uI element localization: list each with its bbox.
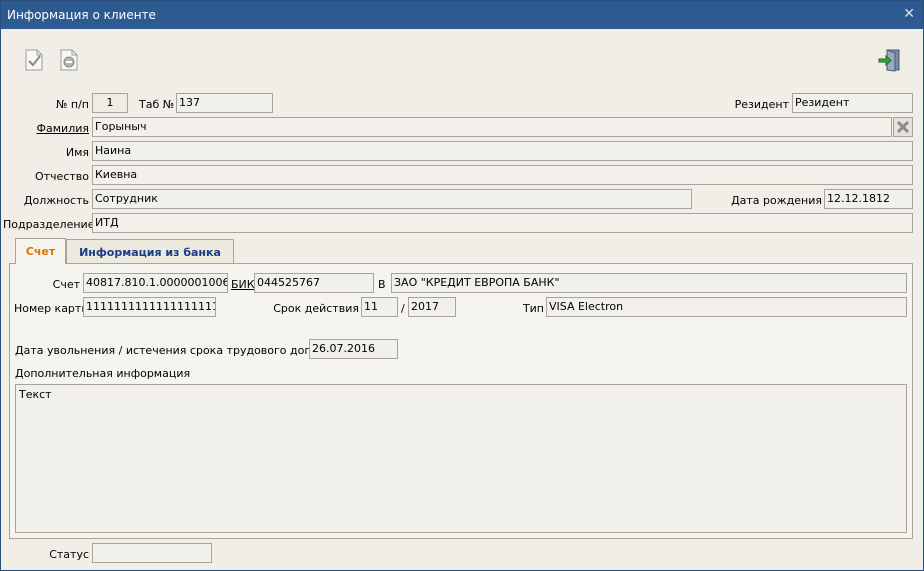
bik-field[interactable]: 044525767 [254, 273, 374, 293]
name-label: Имя [65, 146, 89, 159]
tab-number-field[interactable]: 137 [176, 93, 273, 113]
position-label: Должность [23, 194, 89, 207]
bik-link[interactable]: БИК [231, 278, 255, 291]
close-button[interactable]: ✕ [903, 6, 915, 22]
card-number-field[interactable]: 1111111111111111111 [83, 297, 216, 317]
tab-number-label: Таб № [139, 98, 175, 111]
confirm-button[interactable] [24, 49, 44, 71]
dismissal-date-field[interactable]: 26.07.2016 [309, 339, 398, 359]
dismissal-date-label: Дата увольнения / истечения срока трудов… [15, 344, 344, 357]
status-field[interactable] [92, 543, 212, 563]
bank-name-field[interactable]: ЗАО "КРЕДИТ ЕВРОПА БАНК" [391, 273, 907, 293]
num-field[interactable]: 1 [92, 93, 128, 113]
position-field[interactable]: Сотрудник [92, 189, 692, 209]
tab-bank-info[interactable]: Информация из банка [66, 239, 234, 263]
client-info-window: Информация о клиенте ✕ № п/п 1 Таб № 137… [0, 0, 924, 571]
validity-label: Срок действия [273, 302, 359, 315]
num-label: № п/п [55, 98, 89, 111]
surname-field[interactable]: Горыныч [92, 117, 892, 137]
patronymic-field[interactable]: Киевна [92, 165, 913, 185]
check-document-icon [25, 49, 43, 71]
exit-door-icon [878, 49, 900, 72]
resident-field[interactable]: Резидент [792, 93, 913, 113]
bank-in-label: В [378, 278, 386, 291]
stop-document-icon [60, 49, 78, 71]
validity-month-field[interactable]: 11 [361, 297, 398, 317]
card-type-label: Тип [522, 302, 544, 315]
clear-icon [896, 120, 910, 134]
birth-date-label: Дата рождения [731, 194, 822, 207]
resident-label: Резидент [734, 98, 789, 111]
cancel-button[interactable] [59, 49, 79, 71]
department-label: Подразделение [3, 218, 95, 231]
exit-button[interactable] [878, 48, 902, 72]
window-title: Информация о клиенте [7, 8, 156, 22]
extra-info-textarea[interactable]: Текст [15, 384, 907, 533]
birth-date-field[interactable]: 12.12.1812 [824, 189, 913, 209]
extra-info-label: Дополнительная информация [15, 367, 191, 380]
account-field[interactable]: 40817.810.1.00000010065 [83, 273, 228, 293]
name-field[interactable]: Наина [92, 141, 913, 161]
card-type-field[interactable]: VISA Electron [546, 297, 907, 317]
validity-slash: / [401, 302, 405, 315]
status-label: Статус [49, 548, 89, 561]
surname-link[interactable]: Фамилия [21, 122, 89, 135]
clear-surname-button[interactable] [893, 117, 913, 137]
validity-year-field[interactable]: 2017 [408, 297, 456, 317]
card-number-label: Номер карты [14, 302, 91, 315]
account-label: Счет [52, 278, 80, 291]
tab-account[interactable]: Счет [15, 238, 66, 264]
title-bar: Информация о клиенте ✕ [1, 1, 923, 29]
department-field[interactable]: ИТД [92, 213, 913, 233]
patronymic-label: Отчество [34, 170, 89, 183]
